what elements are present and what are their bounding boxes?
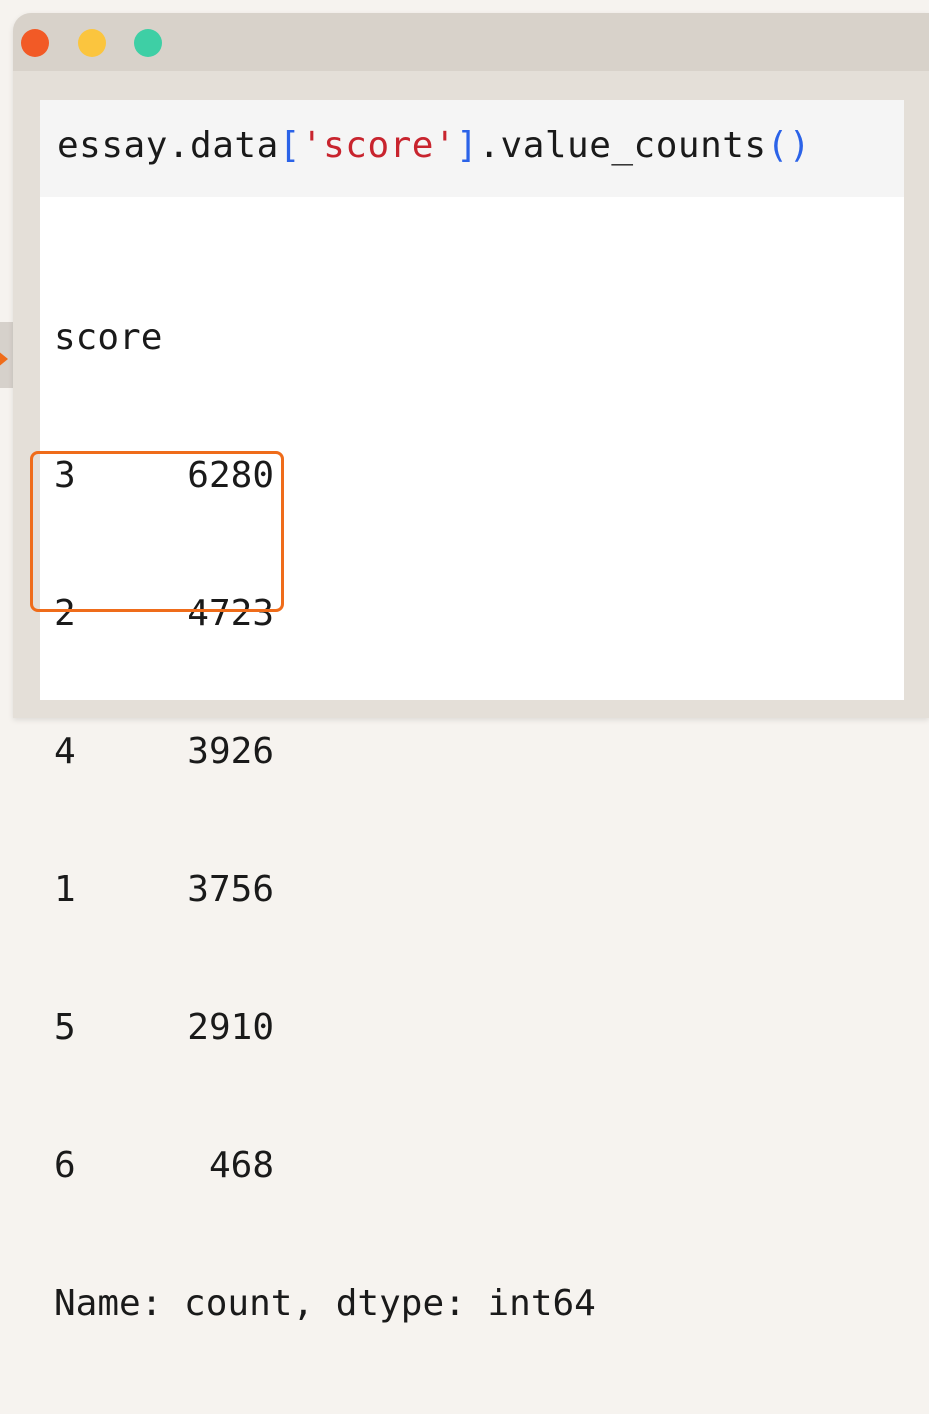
maximize-window-button[interactable] <box>134 29 162 57</box>
code-line: essay.data['score'].value_counts() <box>57 118 811 174</box>
pointer-arrow-icon <box>0 341 8 377</box>
output-index-name: score <box>54 317 163 358</box>
row-key: 1 <box>54 869 76 910</box>
row-value: 468 <box>208 1145 274 1186</box>
row-key: 4 <box>54 731 76 772</box>
highlight-box <box>30 451 284 612</box>
code-prefix: essay.data <box>57 125 279 166</box>
code-parens: () <box>766 125 811 166</box>
minimize-window-button[interactable] <box>78 29 106 57</box>
code-string-arg: 'score' <box>300 125 457 166</box>
output-row: 5 2910 <box>54 1000 596 1056</box>
row-key: 6 <box>54 1145 76 1186</box>
close-window-button[interactable] <box>21 29 49 57</box>
code-open-bracket: [ <box>278 125 301 166</box>
cell-output: score 3 6280 2 4723 4 3926 1 3756 5 2910 6 468… <box>54 228 596 1414</box>
notebook-window: essay.data['score'].value_counts() score… <box>13 13 929 1324</box>
output-footer: Name: count, dtype: int64 <box>54 1283 596 1324</box>
row-value: 2910 <box>187 1007 274 1048</box>
window-titlebar <box>13 13 929 71</box>
output-row: 6 468 <box>54 1138 596 1194</box>
row-value: 3756 <box>187 869 274 910</box>
code-input-cell[interactable]: essay.data['score'].value_counts() <box>40 100 904 197</box>
code-close-bracket: ] <box>456 125 479 166</box>
row-value: 3926 <box>187 731 274 772</box>
row-key: 5 <box>54 1007 76 1048</box>
output-row: 4 3926 <box>54 724 596 780</box>
code-method: .value_counts <box>478 125 767 166</box>
output-row: 1 3756 <box>54 862 596 918</box>
